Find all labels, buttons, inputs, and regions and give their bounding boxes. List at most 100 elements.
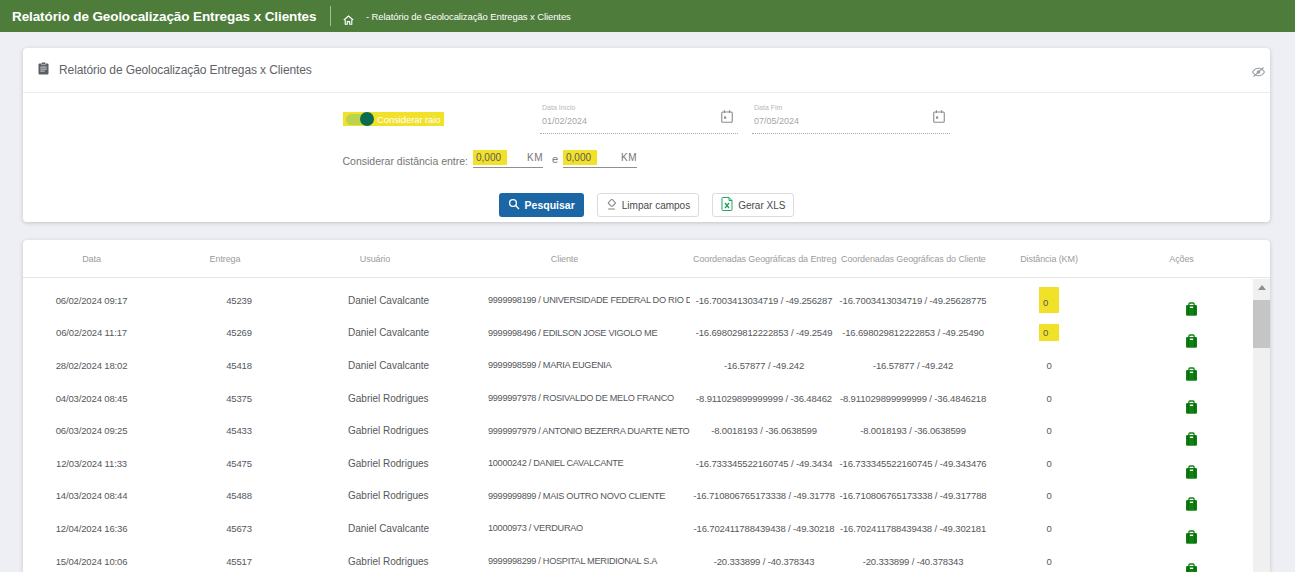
cell-entrega: 45673 [160, 512, 290, 545]
search-button[interactable]: Pesquisar [499, 193, 584, 217]
distance-from-input[interactable]: 0,000 [473, 150, 507, 165]
cell-coordenadas-entrega: -16.698029812222853 / -49.2549 [690, 317, 838, 350]
distance-to-field[interactable]: 0,000 KM [563, 147, 637, 168]
cell-usuario: Gabriel Rodrigues [290, 480, 460, 513]
cell-distancia: 0 [988, 480, 1110, 513]
cell-distancia: 0 [988, 382, 1110, 415]
clear-fields-button-label: Limpar campos [622, 200, 690, 211]
cell-coordenadas-cliente: -20.333899 / -40.378343 [838, 545, 988, 572]
cell-coordenadas-entrega: -16.702411788439438 / -49.30218 [690, 512, 838, 545]
cell-entrega: 45269 [160, 317, 290, 350]
luggage-icon[interactable] [1185, 334, 1198, 349]
cell-acoes [1110, 317, 1253, 350]
cell-cliente: 10000973 / VERDURAO [460, 512, 690, 545]
consider-radius-toggle[interactable]: Considerar raio [343, 112, 444, 126]
cell-acoes [1110, 414, 1253, 447]
cell-entrega: 45488 [160, 480, 290, 513]
table-body: 06/02/2024 09:17 45239 Daniel Cavalcante… [23, 279, 1253, 572]
generate-xls-button[interactable]: Gerar XLS [712, 193, 794, 217]
luggage-icon[interactable] [1185, 563, 1198, 572]
column-header-7: Ações [1110, 240, 1253, 277]
toggle-label: Considerar raio [377, 114, 440, 125]
cell-distancia: 0 [988, 317, 1110, 350]
cell-coordenadas-entrega: -20.333899 / -40.378343 [690, 545, 838, 572]
cell-entrega: 45517 [160, 545, 290, 572]
cell-coordenadas-entrega: -16.7003413034719 / -49.256287 [690, 284, 838, 317]
eraser-icon [606, 199, 617, 212]
luggage-icon[interactable] [1185, 400, 1198, 415]
luggage-icon[interactable] [1185, 530, 1198, 545]
column-header-2: Usuário [290, 240, 460, 277]
conjunction-label: e [552, 153, 558, 165]
luggage-icon[interactable] [1185, 465, 1198, 480]
luggage-icon[interactable] [1185, 497, 1198, 512]
date-end-field[interactable]: Data Fim 07/05/2024 [752, 102, 950, 134]
luggage-icon[interactable] [1185, 367, 1198, 382]
date-start-field[interactable]: Data Início 01/02/2024 [540, 102, 738, 134]
cell-cliente: 9999998496 / EDILSON JOSE VIGOLO ME [460, 317, 690, 350]
calendar-icon[interactable] [933, 109, 945, 127]
home-icon[interactable] [343, 11, 354, 29]
cell-usuario: Gabriel Rodrigues [290, 447, 460, 480]
cell-distancia: 0 [988, 284, 1110, 317]
cell-distancia: 0 [988, 349, 1110, 382]
breadcrumb[interactable]: - Relatório de Geolocalização Entregas x… [366, 11, 571, 22]
excel-icon [721, 197, 733, 213]
page-title: Relatório de Geolocalização Entregas x C… [12, 9, 316, 24]
eye-slash-icon[interactable] [1251, 64, 1266, 82]
cell-coordenadas-cliente: -16.702411788439438 / -49.302181 [838, 512, 988, 545]
calendar-icon[interactable] [721, 109, 733, 127]
date-start-label: Data Início [542, 102, 738, 111]
column-header-4: Coordenadas Geográficas da Entreg [690, 240, 838, 277]
cell-acoes [1110, 545, 1253, 572]
column-header-3: Cliente [460, 240, 690, 277]
cell-distancia: 0 [988, 512, 1110, 545]
cell-acoes [1110, 382, 1253, 415]
cell-coordenadas-cliente: -16.733345522160745 / -49.343476 [838, 447, 988, 480]
cell-cliente: 9999997979 / ANTONIO BEZERRA DUARTE NETO [460, 414, 690, 447]
results-table-card: DataEntregaUsuárioClienteCoordenadas Geo… [23, 240, 1270, 572]
scroll-up-icon[interactable] [1253, 279, 1270, 295]
toggle-knob[interactable] [360, 112, 374, 126]
cell-data: 12/04/2024 16:36 [23, 512, 160, 545]
date-end-value[interactable]: 07/05/2024 [754, 116, 950, 126]
cell-cliente: 10000242 / DANIEL CAVALCANTE [460, 447, 690, 480]
cell-data: 04/03/2024 08:45 [23, 382, 160, 415]
luggage-icon[interactable] [1185, 302, 1198, 317]
cell-cliente: 9999997978 / ROSIVALDO DE MELO FRANCO [460, 382, 690, 415]
scrollbar-thumb[interactable] [1253, 300, 1270, 348]
cell-usuario: Daniel Cavalcante [290, 284, 460, 317]
actions-row: Pesquisar Limpar campos Gerar XLS [23, 193, 1270, 217]
luggage-icon[interactable] [1185, 432, 1198, 447]
date-end-label: Data Fim [754, 102, 950, 111]
cell-coordenadas-entrega: -8.0018193 / -36.0638599 [690, 414, 838, 447]
toggle-track[interactable] [346, 114, 372, 125]
column-header-5: Coordenadas Geográficas do Cliente [838, 240, 988, 277]
topbar-divider [330, 6, 331, 26]
table-row: 15/04/2024 10:06 45517 Gabriel Rodrigues… [23, 545, 1253, 572]
distance-to-input[interactable]: 0,000 [563, 150, 597, 165]
cell-entrega: 45433 [160, 414, 290, 447]
cell-coordenadas-entrega: -16.733345522160745 / -49.3434 [690, 447, 838, 480]
cell-entrega: 45475 [160, 447, 290, 480]
column-header-0: Data [23, 240, 160, 277]
vertical-scrollbar[interactable] [1253, 279, 1270, 572]
cell-acoes [1110, 512, 1253, 545]
date-start-value[interactable]: 01/02/2024 [542, 116, 738, 126]
table-row: 04/03/2024 08:45 45375 Gabriel Rodrigues… [23, 382, 1253, 415]
table-row: 06/02/2024 11:17 45269 Daniel Cavalcante… [23, 317, 1253, 350]
search-icon [508, 198, 520, 212]
cell-usuario: Gabriel Rodrigues [290, 382, 460, 415]
cell-data: 06/03/2024 09:25 [23, 414, 160, 447]
cell-entrega: 45239 [160, 284, 290, 317]
cell-usuario: Gabriel Rodrigues [290, 414, 460, 447]
filters-card-header: Relatório de Geolocalização Entregas x C… [23, 48, 1270, 93]
distance-from-field[interactable]: 0,000 KM [473, 147, 543, 168]
table-header-row: DataEntregaUsuárioClienteCoordenadas Geo… [23, 240, 1270, 278]
cell-acoes [1110, 284, 1253, 317]
distance-label: Considerar distância entre: [343, 155, 468, 167]
cell-coordenadas-entrega: -16.710806765173338 / -49.31778 [690, 480, 838, 513]
distance-from-unit: KM [527, 152, 543, 163]
clear-fields-button[interactable]: Limpar campos [597, 193, 699, 217]
topbar: Relatório de Geolocalização Entregas x C… [0, 0, 1295, 32]
